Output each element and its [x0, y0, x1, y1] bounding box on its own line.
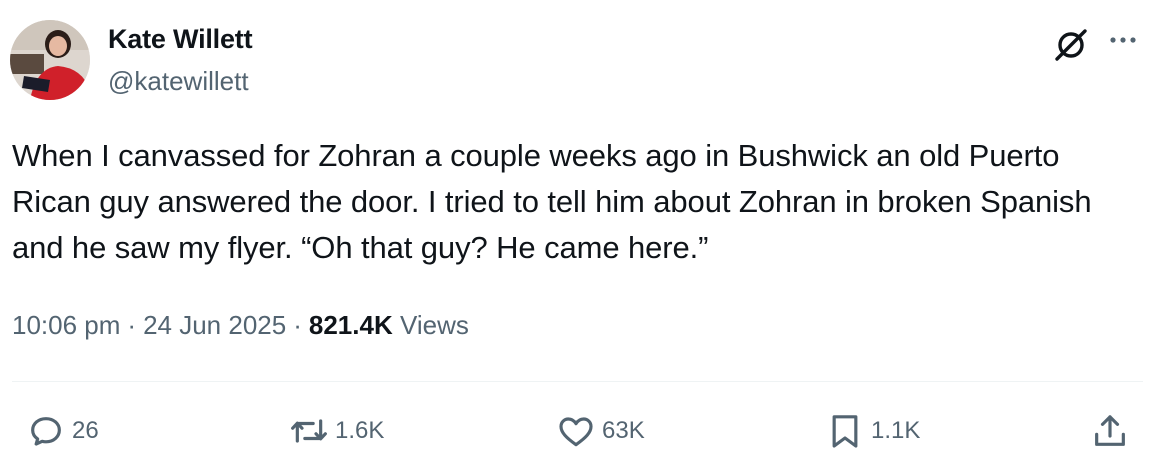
avatar[interactable] [10, 20, 90, 100]
bookmark-icon [832, 415, 858, 448]
repost-count: 1.6K [335, 417, 385, 444]
share-icon [1095, 415, 1125, 446]
like-button[interactable]: 63K [556, 411, 645, 451]
views-label: Views [399, 310, 469, 340]
more-icon[interactable] [1105, 25, 1145, 55]
profile-photo-icon [10, 20, 90, 100]
divider [12, 381, 1143, 382]
reply-button[interactable]: 26 [26, 411, 99, 451]
repost-icon [291, 419, 327, 443]
tweet-time[interactable]: 10:06 pm [12, 310, 120, 340]
bookmark-count: 1.1K [871, 417, 921, 444]
meta-separator: · [293, 310, 302, 340]
tweet-date[interactable]: 24 Jun 2025 [143, 310, 286, 340]
tweet-meta: 10:06 pm · 24 Jun 2025 · 821.4K Views [12, 310, 469, 341]
tweet-text: When I canvassed for Zohran a couple wee… [12, 138, 1092, 265]
author-name[interactable]: Kate Willett [108, 24, 253, 55]
repost-button[interactable]: 1.6K [289, 411, 384, 451]
like-count: 63K [602, 417, 645, 444]
grok-icon[interactable] [1051, 25, 1091, 65]
meta-separator: · [127, 310, 137, 340]
author-handle[interactable]: @katewillett [108, 66, 249, 97]
reply-count: 26 [72, 417, 99, 444]
like-icon [559, 417, 593, 447]
views-count: 821.4K [308, 310, 393, 340]
bookmark-button[interactable]: 1.1K [825, 411, 920, 451]
reply-icon [31, 417, 61, 446]
share-button[interactable] [1090, 411, 1130, 451]
